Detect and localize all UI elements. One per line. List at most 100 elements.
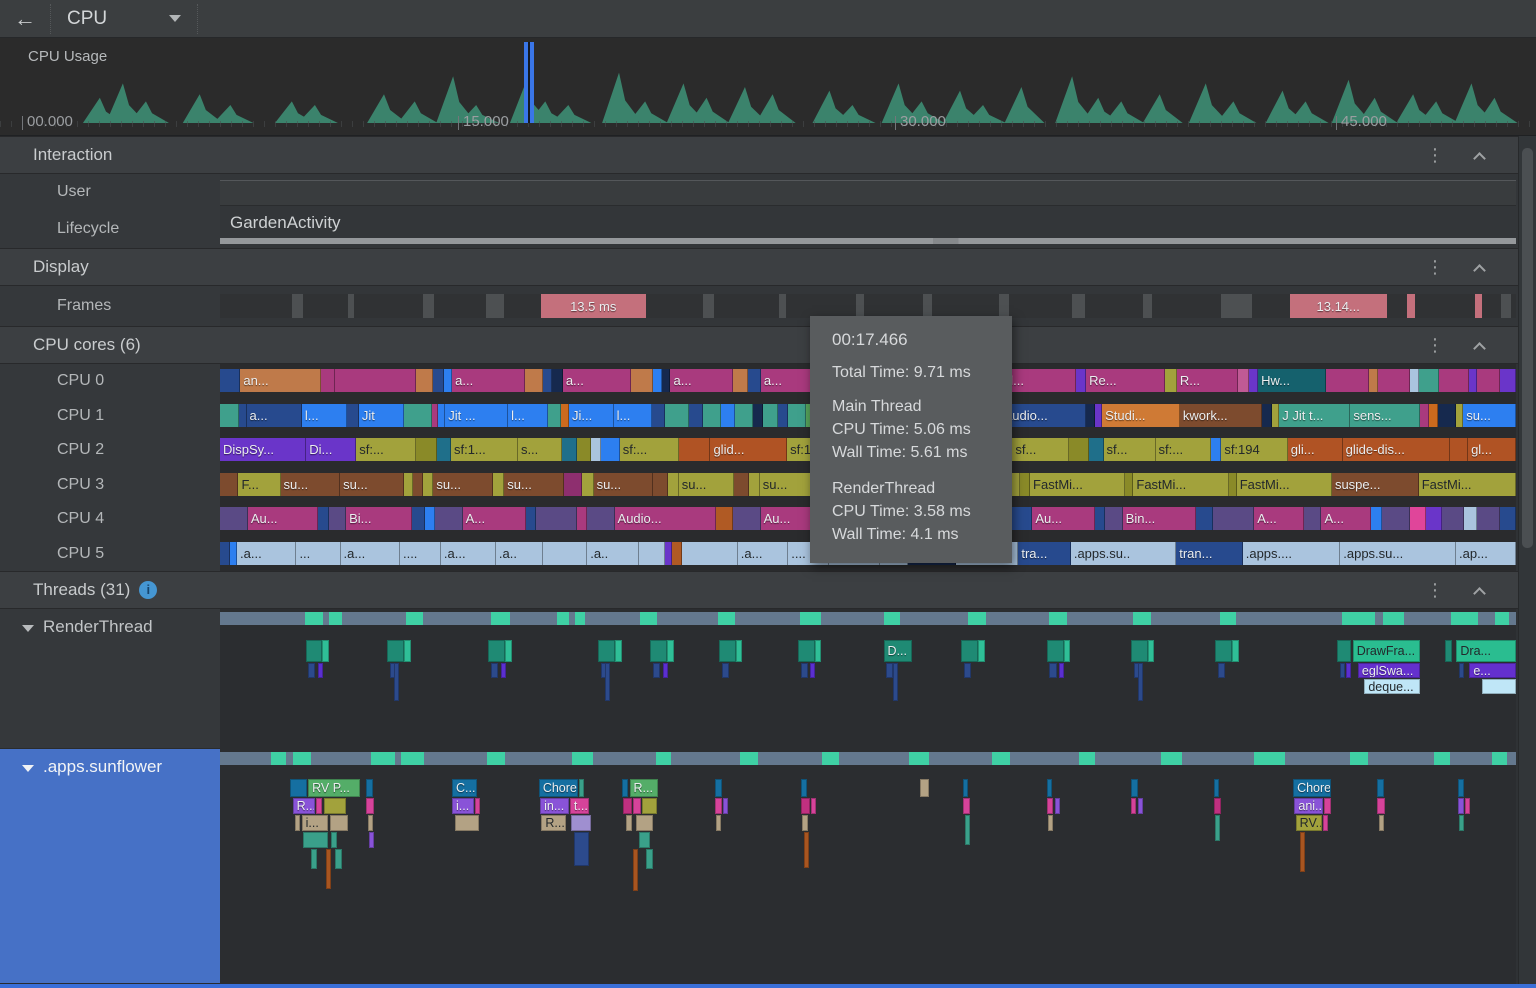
collapse-chevron-icon[interactable] — [1473, 587, 1486, 600]
track-segment[interactable]: Jit ... — [445, 404, 508, 427]
track-segment[interactable] — [1451, 612, 1478, 625]
track-segment[interactable] — [1095, 507, 1106, 530]
track-segment[interactable] — [1410, 369, 1419, 392]
track-segment[interactable]: F... — [238, 473, 280, 496]
track-segment[interactable] — [1143, 294, 1152, 318]
flame-block[interactable] — [1214, 798, 1220, 814]
track-segment[interactable] — [1086, 404, 1096, 427]
track-segment[interactable]: J Jit t... — [1279, 404, 1350, 427]
track-segment[interactable] — [1105, 507, 1122, 530]
track-segment[interactable] — [292, 294, 303, 318]
chevron-down-icon[interactable] — [169, 15, 181, 22]
flame-block[interactable]: RV... — [1296, 815, 1322, 831]
flame-block[interactable] — [501, 663, 506, 678]
track-segment[interactable] — [1387, 294, 1407, 318]
track-segment[interactable] — [575, 612, 585, 625]
track-segment[interactable]: Au... — [1032, 507, 1095, 530]
track-segment[interactable]: a... — [563, 369, 631, 392]
track-segment[interactable]: sf:1... — [451, 438, 518, 461]
track-segment[interactable] — [689, 404, 702, 427]
track-segment[interactable] — [1326, 369, 1369, 392]
track-segment[interactable] — [1350, 752, 1368, 765]
track-segment[interactable] — [433, 369, 444, 392]
flame-block[interactable] — [1055, 798, 1060, 814]
track-segment[interactable] — [435, 507, 463, 530]
track-segment[interactable] — [493, 473, 504, 496]
flame-block[interactable] — [1458, 798, 1464, 814]
flame-block[interactable] — [1214, 779, 1219, 797]
track-segment[interactable]: glide-dis... — [1343, 438, 1450, 461]
track-segment[interactable] — [293, 752, 311, 765]
track-segment[interactable] — [220, 507, 248, 530]
flame-block[interactable] — [1482, 679, 1516, 694]
track-segment[interactable] — [434, 294, 486, 318]
kebab-menu-icon[interactable]: ⋮ — [1426, 145, 1444, 166]
track-segment[interactable]: a... — [452, 369, 525, 392]
track-segment[interactable] — [1285, 752, 1349, 765]
track-segment[interactable] — [758, 752, 822, 765]
track-segment[interactable] — [665, 542, 672, 565]
flame-block[interactable] — [963, 798, 971, 814]
track-segment[interactable] — [1368, 752, 1434, 765]
flame-block[interactable]: R... — [630, 779, 659, 797]
track-segment[interactable] — [884, 612, 900, 625]
track-segment[interactable] — [1469, 369, 1477, 392]
cpu-usage-chart[interactable]: CPU Usage 00.00015.00030.00045.000 — [0, 38, 1536, 136]
track-segment[interactable]: 13.14... — [1290, 294, 1387, 318]
track-segment[interactable] — [504, 294, 541, 318]
track-segment[interactable] — [856, 294, 865, 318]
track-segment[interactable] — [929, 752, 992, 765]
vertical-scrollbar[interactable] — [1518, 136, 1536, 984]
track-segment[interactable] — [1442, 507, 1465, 530]
track-segment[interactable]: .a.. — [496, 542, 543, 565]
flame-block[interactable] — [488, 640, 505, 662]
flame-block[interactable] — [1458, 779, 1464, 797]
track-segment[interactable]: Bi... — [346, 507, 412, 530]
track-segment[interactable] — [526, 507, 537, 530]
track-segment[interactable] — [220, 369, 240, 392]
track-segment[interactable]: sf... — [1012, 438, 1068, 461]
track-segment[interactable] — [721, 404, 734, 427]
track-segment[interactable]: su... — [504, 473, 564, 496]
flame-block[interactable] — [1346, 663, 1351, 678]
track-segment[interactable] — [1249, 369, 1258, 392]
track-segment[interactable] — [656, 752, 671, 765]
flame-block[interactable] — [1337, 640, 1351, 662]
track-segment[interactable] — [1133, 612, 1151, 625]
collapse-chevron-icon[interactable] — [1473, 342, 1486, 355]
track-segment[interactable] — [1238, 369, 1249, 392]
track-segment[interactable] — [1501, 294, 1511, 318]
flame-block[interactable] — [1324, 798, 1330, 814]
track-segment[interactable]: A... — [1321, 507, 1371, 530]
track-segment[interactable]: Audio... — [615, 507, 716, 530]
track-segment[interactable] — [733, 507, 761, 530]
track-segment[interactable] — [543, 542, 588, 565]
track-segment[interactable]: Re... — [1086, 369, 1164, 392]
track-segment[interactable] — [1438, 404, 1457, 427]
user-track[interactable] — [220, 174, 1516, 210]
flame-block[interactable] — [1047, 640, 1064, 662]
flame-block[interactable] — [1377, 779, 1383, 797]
track-segment[interactable] — [923, 294, 932, 318]
track-segment[interactable] — [286, 752, 293, 765]
track-segment[interactable]: ... — [296, 542, 340, 565]
track-segment[interactable] — [564, 473, 582, 496]
flame-block[interactable] — [366, 779, 372, 797]
flame-block[interactable] — [335, 849, 341, 869]
renderthread-track[interactable]: D...DrawFra...eglSwa...deque...Dra...e..… — [220, 609, 1516, 749]
track-segment[interactable] — [423, 473, 433, 496]
flame-block[interactable] — [650, 640, 667, 662]
track-segment[interactable]: .... — [400, 542, 441, 565]
flame-block[interactable] — [1047, 779, 1052, 797]
flame-block[interactable]: eglSwa... — [1358, 663, 1420, 678]
flame-block[interactable] — [311, 849, 317, 869]
track-segment[interactable] — [1509, 612, 1516, 625]
track-segment[interactable]: audio... — [1002, 404, 1086, 427]
flame-block[interactable]: Chore... — [539, 779, 578, 797]
flame-block[interactable] — [815, 640, 821, 662]
track-segment[interactable]: su... — [433, 473, 493, 496]
track-segment[interactable]: .ap... — [1456, 542, 1516, 565]
track-segment[interactable] — [536, 507, 577, 530]
track-segment[interactable] — [788, 404, 807, 427]
flame-block[interactable] — [324, 798, 346, 814]
